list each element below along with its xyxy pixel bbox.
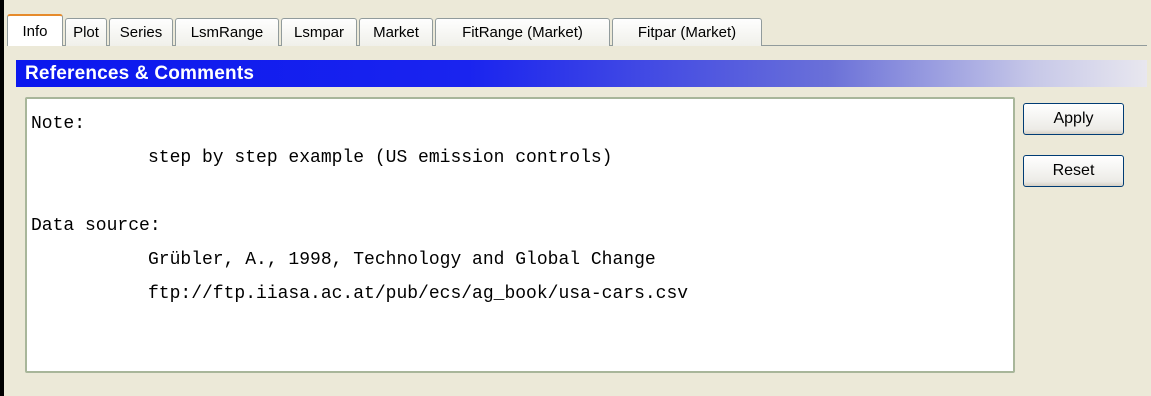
comment-line: Data source: xyxy=(31,216,161,236)
comment-line: Grübler, A., 1998, Technology and Global… xyxy=(148,250,656,270)
tab-series[interactable]: Series xyxy=(109,18,173,46)
tab-plot[interactable]: Plot xyxy=(65,18,107,46)
comment-line xyxy=(31,175,1009,209)
tab-info[interactable]: Info xyxy=(7,14,63,46)
section-header: References & Comments xyxy=(16,60,1147,87)
tab-strip: Info Plot Series LsmRange Lsmpar Market … xyxy=(7,14,764,46)
tab-market[interactable]: Market xyxy=(359,18,433,46)
tab-fitpar-market[interactable]: Fitpar (Market) xyxy=(612,18,762,46)
reset-button[interactable]: Reset xyxy=(1023,155,1124,187)
tab-fitrange-market[interactable]: FitRange (Market) xyxy=(435,18,610,46)
comments-textarea[interactable]: Note: step by step example (US emission … xyxy=(25,97,1015,373)
apply-button[interactable]: Apply xyxy=(1023,103,1124,135)
section-title: References & Comments xyxy=(25,62,255,84)
comment-line: Note: xyxy=(31,114,86,134)
tab-lsmpar[interactable]: Lsmpar xyxy=(281,18,357,46)
tab-lsmrange[interactable]: LsmRange xyxy=(175,18,279,46)
comment-line: step by step example (US emission contro… xyxy=(148,148,613,168)
comment-line: ftp://ftp.iiasa.ac.at/pub/ecs/ag_book/us… xyxy=(148,284,689,304)
